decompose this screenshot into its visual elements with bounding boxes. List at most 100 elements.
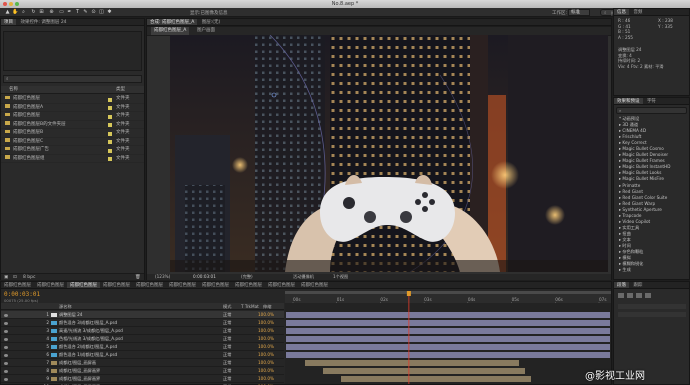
layer-mode-select[interactable]: 正常	[223, 335, 231, 343]
column-source-name[interactable]: 源名称	[59, 303, 72, 310]
layer-mode-select[interactable]: 正常	[223, 343, 231, 351]
visibility-eye-icon[interactable]	[4, 345, 8, 349]
eraser-tool-icon[interactable]: ◫	[98, 9, 105, 16]
trash-icon[interactable]: 🗑	[135, 274, 141, 281]
layer-stretch-value[interactable]: 100.0%	[258, 311, 274, 319]
visibility-eye-icon[interactable]	[4, 313, 8, 317]
puppet-tool-icon[interactable]: ✱	[106, 9, 113, 16]
layer-stretch-value[interactable]: 100.0%	[258, 335, 274, 343]
view-layout-select[interactable]: 1个视图	[333, 274, 348, 280]
effects-search-input[interactable]: ⌕	[616, 107, 687, 114]
label-swatch[interactable]	[108, 123, 112, 127]
label-swatch[interactable]	[108, 140, 112, 144]
visibility-eye-icon[interactable]	[4, 361, 8, 365]
align-right-icon[interactable]	[636, 293, 642, 298]
timeline-track-area[interactable]: 00s 01s 02s 03s 04s 05s 06s 07s	[285, 291, 611, 384]
list-item[interactable]: 成都红色图层组 文件夹	[1, 155, 144, 163]
visibility-eye-icon[interactable]	[4, 369, 8, 373]
workspace-select[interactable]: 标准	[568, 9, 590, 16]
tab-timeline-comp[interactable]: 成都红色图层	[67, 282, 100, 288]
layer-mode-select[interactable]: 正常	[223, 375, 231, 383]
layer-row[interactable]: 5 颜色混合 2/成都红/图层_A.psd 正常 100.0%	[1, 343, 284, 351]
timeline-timecode[interactable]: 0:00:03:01	[4, 291, 40, 298]
breadcrumb-item[interactable]: 成都红色图层_A	[151, 27, 190, 35]
layer-name[interactable]: 颜色混合 3/成都红/图层_A.psd	[59, 319, 117, 327]
layer-mode-select[interactable]: 正常	[223, 327, 231, 335]
layer-mode-select[interactable]: 正常	[223, 359, 231, 367]
align-center-icon[interactable]	[627, 293, 633, 298]
layer-name[interactable]: 成都红/图层_画屏画界	[59, 367, 100, 375]
tab-timeline-comp[interactable]: 成都红色图层	[298, 282, 331, 288]
layer-stretch-value[interactable]: 100.0%	[258, 367, 274, 375]
label-swatch[interactable]	[108, 114, 112, 119]
layer-name[interactable]: 颜色混合 2/成都红/图层_A.psd	[59, 343, 117, 351]
visibility-eye-icon[interactable]	[4, 321, 8, 325]
layer-stretch-value[interactable]: 100.0%	[258, 319, 274, 327]
rotate-tool-icon[interactable]: ↻	[30, 9, 37, 16]
camera-tool-icon[interactable]: ⊞	[38, 9, 45, 16]
layer-row[interactable]: 4 色相/光线流 3/成都红/图层_A.psd 正常 100.0%	[1, 335, 284, 343]
clone-tool-icon[interactable]: ⊙	[90, 9, 97, 16]
magnification-select[interactable]: (123%)	[155, 274, 170, 280]
layer-stretch-value[interactable]: 100.0%	[258, 375, 274, 383]
layer-name[interactable]: 成都红/图层_画屏画	[59, 359, 96, 367]
list-item[interactable]: 成都红色图层广告 文件夹	[1, 146, 144, 155]
tab-info[interactable]: 信息	[614, 9, 629, 15]
indent-field[interactable]	[618, 304, 686, 309]
layer-name[interactable]: 成都红/图层_画屏画界	[59, 375, 100, 383]
tab-timeline-comp[interactable]: 成都红色图层	[166, 282, 199, 288]
visibility-eye-icon[interactable]	[4, 337, 8, 341]
label-swatch[interactable]	[108, 148, 112, 153]
layer-row[interactable]: 9 成都红/图层_画屏画界 正常 100.0%	[1, 375, 284, 383]
selection-tool-icon[interactable]: ▲	[4, 9, 11, 16]
label-swatch[interactable]	[108, 106, 112, 110]
tab-timeline-comp[interactable]: 成都红色图层	[100, 282, 133, 288]
column-stretch[interactable]: 伸缩	[263, 303, 271, 310]
zoom-tool-icon[interactable]: ⌕	[20, 9, 27, 16]
camera-view-select[interactable]: 活动摄像机	[293, 274, 314, 280]
tab-project[interactable]: 项目	[1, 19, 16, 25]
label-swatch[interactable]	[108, 97, 112, 102]
new-folder-icon[interactable]: ▣	[4, 274, 8, 281]
align-left-icon[interactable]	[618, 293, 624, 298]
layer-row[interactable]: 3 高速/光线流 3/成都红/图层_A.psd 正常 100.0%	[1, 327, 284, 335]
layer-name[interactable]: 颜色混合 1/成都红/图层_A.psd	[59, 351, 117, 359]
tab-audio[interactable]: 音频	[630, 9, 645, 15]
tab-effects-presets[interactable]: 效果和预设	[614, 98, 643, 104]
visibility-eye-icon[interactable]	[4, 329, 8, 333]
pan-behind-tool-icon[interactable]: ⊕	[48, 9, 55, 16]
tab-timeline-comp[interactable]: 成都红色图层	[1, 282, 34, 288]
list-item[interactable]: 成都红色图层C 文件夹	[1, 138, 144, 146]
tab-timeline-comp[interactable]: 成都红色图层	[199, 282, 232, 288]
tab-layer[interactable]: 图层:(无)	[199, 19, 224, 25]
column-trkmat[interactable]: T TrkMat	[241, 303, 259, 310]
list-item[interactable]: 成都红色图层A 文件夹	[1, 104, 144, 112]
visibility-eye-icon[interactable]	[4, 353, 8, 357]
bpc-label[interactable]: 8 bpc	[23, 274, 35, 281]
list-item[interactable]: 成都红色图层B的文件夹层 文件夹	[1, 121, 144, 129]
layer-mode-select[interactable]: 正常	[223, 319, 231, 327]
layer-mode-select[interactable]: 正常	[223, 311, 231, 319]
tab-composition[interactable]: 合成: 成都红色图层_A	[147, 19, 198, 25]
tab-timeline-comp[interactable]: 成都红色图层	[232, 282, 265, 288]
tab-timeline-comp[interactable]: 成都红色图层	[133, 282, 166, 288]
tab-effect-controls[interactable]: 效果控件: 调整图层 24	[17, 19, 69, 25]
visibility-eye-icon[interactable]	[4, 377, 8, 381]
composition-viewer-image[interactable]	[170, 35, 608, 272]
resolution-select[interactable]: (完整)	[241, 274, 253, 280]
label-swatch[interactable]	[108, 131, 112, 136]
layer-mode-select[interactable]: 正常	[223, 351, 231, 359]
new-comp-icon[interactable]: ⊡	[13, 274, 17, 281]
list-item[interactable]: 成都红色图层B 文件夹	[1, 129, 144, 138]
column-name[interactable]: 名称	[9, 86, 18, 94]
layer-name[interactable]: 色相/光线流 3/成都红/图层_A.psd	[59, 335, 123, 343]
tab-timeline-comp[interactable]: 成都红色图层	[265, 282, 298, 288]
layer-row[interactable]: 7 成都红/图层_画屏画 正常 100.0%	[1, 359, 284, 367]
spacing-field[interactable]	[618, 312, 686, 317]
viewer-timecode[interactable]: 0:00:03:01	[193, 274, 216, 280]
mask-tool-icon[interactable]: ▭	[58, 9, 65, 16]
column-mode[interactable]: 模式	[223, 303, 231, 310]
tab-paragraph[interactable]: 段落	[614, 282, 629, 288]
hand-tool-icon[interactable]: ✋	[12, 9, 19, 16]
layer-stretch-value[interactable]: 100.0%	[258, 343, 274, 351]
